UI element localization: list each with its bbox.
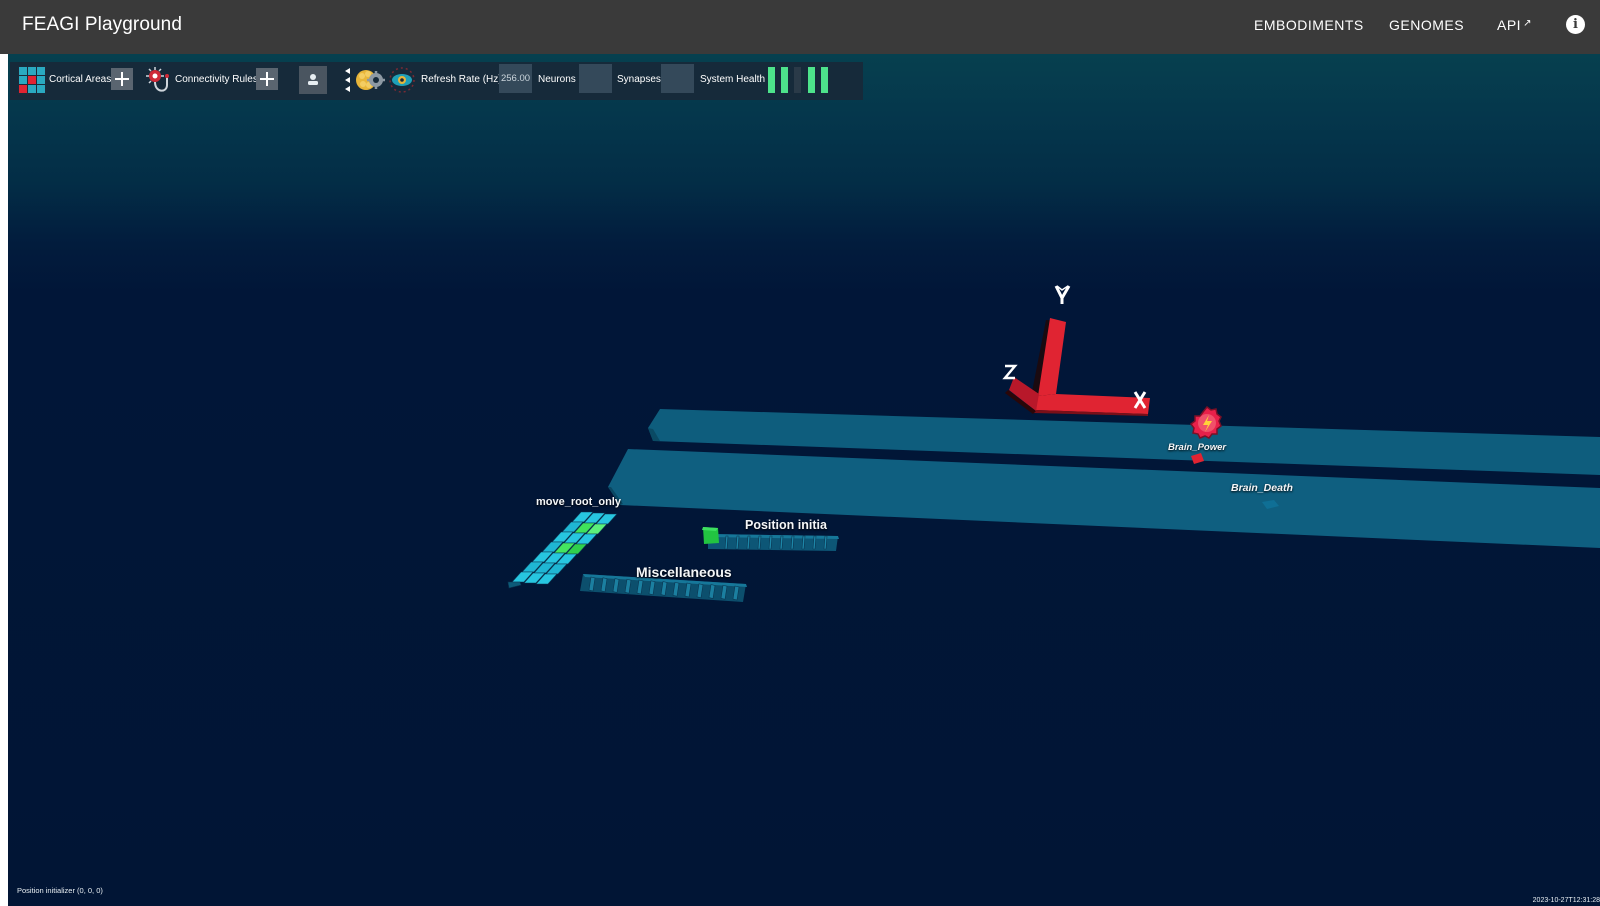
nav-genomes[interactable]: GENOMES: [1389, 17, 1464, 33]
health-indicator: [794, 67, 801, 93]
synapses-count: [661, 64, 694, 93]
neurons-count: [579, 64, 612, 93]
health-indicator: [781, 67, 788, 93]
health-indicator: [821, 67, 828, 93]
nav-embodiments[interactable]: EMBODIMENTS: [1254, 17, 1364, 33]
app-title: FEAGI Playground: [22, 14, 183, 35]
collapse-arrows-icon[interactable]: [343, 66, 353, 96]
external-link-icon: ↗: [1523, 18, 1532, 29]
app-bar: FEAGI Playground EMBODIMENTS GENOMES API…: [0, 0, 1600, 54]
position-initializer-label: Position initia: [745, 518, 827, 532]
brain-power-label: Brain_Power: [1168, 442, 1227, 453]
scene-canvas[interactable]: [8, 54, 1600, 906]
miscellaneous-label: Miscellaneous: [636, 564, 732, 580]
person-icon: [308, 74, 318, 85]
quick-connect-button[interactable]: [299, 66, 327, 94]
info-icon[interactable]: i: [1566, 15, 1585, 34]
brain-settings-icon[interactable]: [355, 65, 385, 95]
nav-api-label: API: [1497, 17, 1522, 33]
move-root-only-label: move_root_only: [536, 496, 621, 508]
timestamp: 2023-10-27T12:31:28: [1532, 897, 1600, 904]
voxel-edge: [507, 581, 522, 589]
eye-icon[interactable]: [388, 66, 416, 94]
refresh-rate-input[interactable]: 256.00: [499, 64, 532, 93]
refresh-rate-label: Refresh Rate (Hz): [421, 74, 502, 85]
add-cortical-area-button[interactable]: [111, 68, 133, 90]
add-connectivity-rule-button[interactable]: [256, 68, 278, 90]
selection-status: Position initializer (0, 0, 0): [17, 886, 103, 895]
nav-api[interactable]: API ↗: [1497, 17, 1532, 33]
connectivity-rules-icon[interactable]: [143, 65, 173, 95]
system-health-label: System Health: [700, 74, 766, 85]
connectivity-rules-label[interactable]: Connectivity Rules: [175, 74, 258, 85]
synapses-label: Synapses: [617, 74, 661, 85]
neurons-label: Neurons: [538, 74, 576, 85]
health-indicator: [808, 67, 815, 93]
health-indicator: [768, 67, 775, 93]
cortical-areas-label[interactable]: Cortical Areas: [49, 74, 111, 85]
cortical-areas-icon[interactable]: [18, 66, 47, 95]
brain-visualizer-viewport[interactable]: Cortical Areas Connectivity Rules Refres…: [8, 54, 1600, 906]
brain-death-label: Brain_Death: [1231, 482, 1293, 494]
axis-gizmo: [1002, 285, 1150, 416]
